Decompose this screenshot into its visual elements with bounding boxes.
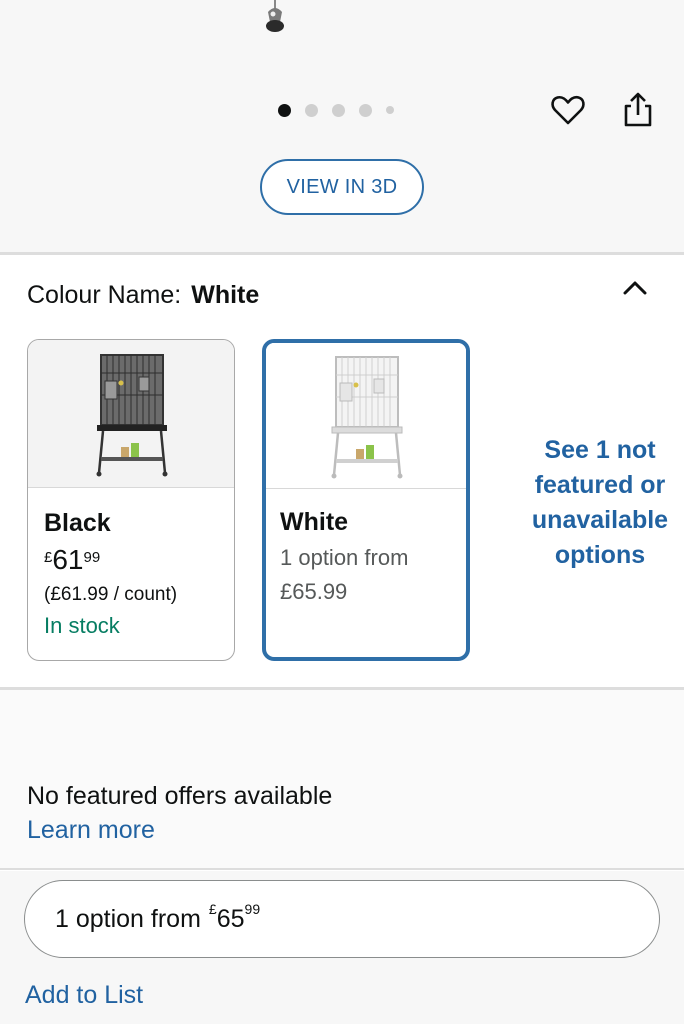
price-currency: £ [208,900,217,917]
colour-swatch-black[interactable]: Black £6199 (£61.99 / count) In stock [27,339,235,661]
colour-swatch-white[interactable]: White 1 option from £65.99 [262,339,470,661]
price-fraction: 99 [244,900,261,917]
swatch-name: Black [44,509,111,537]
share-icon [624,92,652,127]
carousel-dot-active[interactable] [278,103,291,117]
see-more-line: See 1 not [544,436,656,464]
white-cage-image [266,343,466,489]
wishlist-button[interactable] [548,90,588,130]
price-currency: £ [44,549,53,566]
bird-cage-black-image [96,353,168,476]
option-button-price: £6599 [209,901,260,934]
see-more-line: options [554,541,646,569]
learn-more-link[interactable]: Learn more [27,816,155,845]
chevron-up-icon[interactable] [620,276,650,300]
section-divider [0,868,684,870]
swatch-price: £6199 [44,542,218,578]
colour-selected-value: White [191,281,260,309]
stock-status: In stock [44,613,120,638]
share-button[interactable] [618,90,658,130]
heart-icon [551,95,585,125]
no-offers-text: No featured offers available [27,782,333,810]
view-in-3d-button[interactable]: VIEW IN 3D [260,159,424,215]
product-image-area: VIEW IN 3D [0,0,684,252]
section-divider [0,252,684,255]
black-cage-image [28,340,234,488]
hanging-toy-image [266,0,284,32]
price-whole: 61 [52,544,84,575]
image-carousel-dots [278,102,394,118]
colour-name-row: Colour Name: White [27,281,259,310]
see-more-line: unavailable [531,506,669,534]
colour-name-label: Colour Name: [27,281,182,309]
price-whole: 65 [216,904,245,933]
see-unavailable-options-link[interactable]: See 1 not featured or unavailable option… [500,433,684,573]
add-to-list-link[interactable]: Add to List [25,981,143,1010]
see-more-line: featured or [534,471,666,499]
price-per-count: (£61.99 / count) [44,584,178,605]
swatch-price: £65.99 [280,579,348,604]
carousel-dot[interactable] [305,103,318,117]
swatch-name: White [280,508,349,536]
swatch-option-text: 1 option from [280,545,409,570]
price-fraction: 99 [83,549,101,566]
one-option-button[interactable]: 1 option from £6599 [24,880,660,958]
option-button-text: 1 option from [55,904,201,933]
carousel-dot[interactable] [386,106,394,114]
carousel-dot[interactable] [332,103,345,117]
carousel-dot[interactable] [359,103,372,117]
bird-cage-white-image [331,355,403,478]
